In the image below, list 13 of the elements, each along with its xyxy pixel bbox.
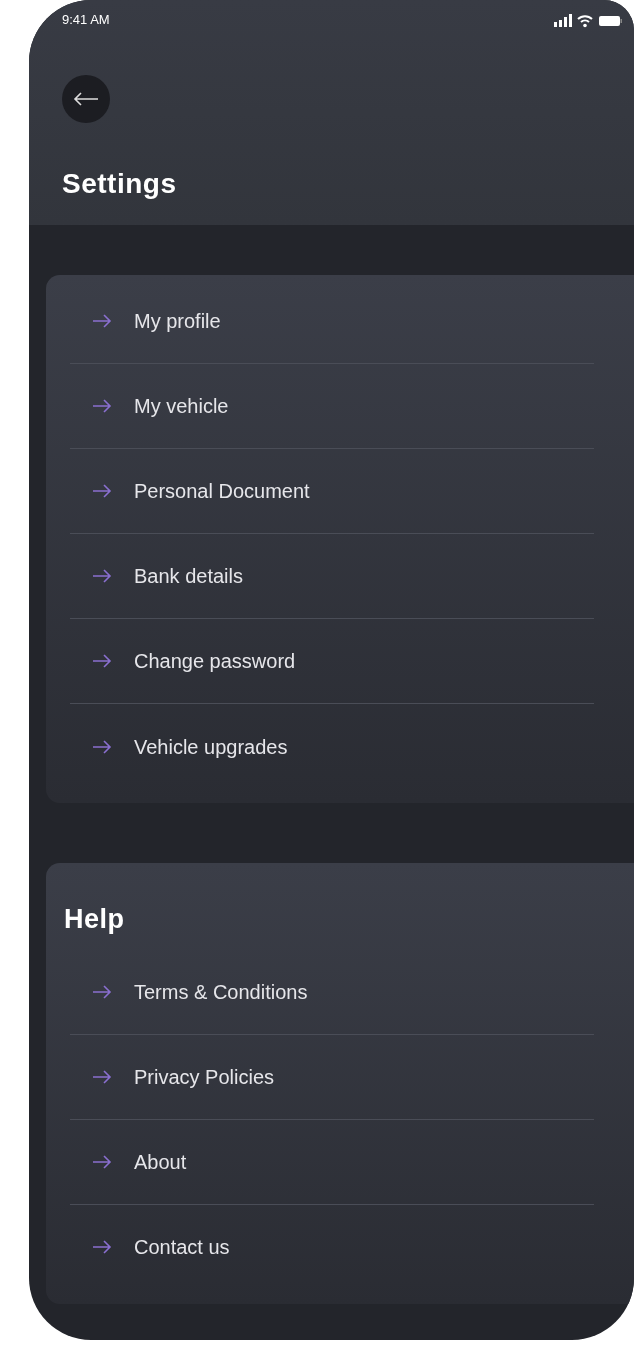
menu-item-link[interactable]: Change password bbox=[134, 646, 296, 676]
menu-item-link[interactable]: My profile bbox=[134, 306, 221, 336]
menu-item-link[interactable]: Vehicle upgrades bbox=[134, 731, 288, 762]
menu-item-link[interactable]: Privacy Policies bbox=[134, 1061, 275, 1092]
section-title: Help bbox=[64, 903, 126, 936]
menu-item-link[interactable]: My vehicle bbox=[134, 391, 229, 421]
menu-item-link[interactable]: Bank details bbox=[134, 561, 243, 591]
menu-item-link[interactable]: Personal Document bbox=[134, 476, 310, 506]
status-time: 9:41 AM bbox=[62, 12, 110, 27]
menu-item-link[interactable]: Terms & Conditions bbox=[134, 976, 308, 1007]
page-title: Settings bbox=[62, 167, 178, 201]
menu-item-link[interactable]: About bbox=[134, 1146, 187, 1177]
menu-item-link[interactable]: Contact us bbox=[134, 1232, 230, 1262]
